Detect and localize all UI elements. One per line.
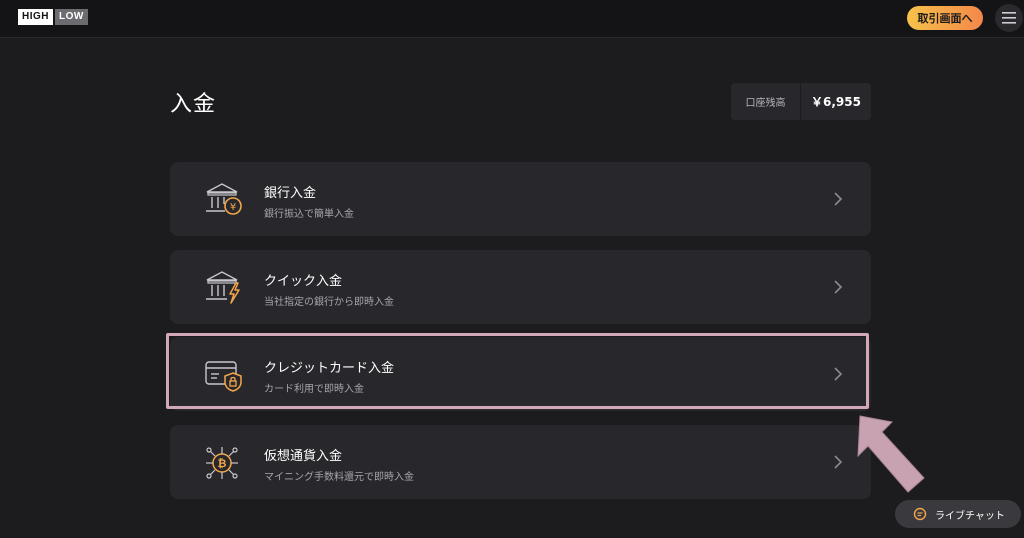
- method-quick-deposit[interactable]: クイック入金 当社指定の銀行から即時入金: [170, 250, 871, 324]
- credit-card-lock-icon: [205, 361, 242, 392]
- menu-button[interactable]: [995, 4, 1023, 32]
- method-subtitle: カード利用で即時入金: [264, 384, 364, 395]
- svg-text:₿: ₿: [218, 457, 227, 470]
- trade-screen-button[interactable]: 取引画面へ: [907, 6, 983, 30]
- chevron-right-icon: [834, 455, 843, 469]
- bank-yen-icon: ¥: [206, 183, 242, 215]
- live-chat-button[interactable]: ライブチャット: [895, 500, 1021, 528]
- method-title: 銀行入金: [264, 186, 317, 201]
- bank-lightning-icon: [206, 271, 240, 304]
- brand-logo[interactable]: HIGH LOW: [18, 9, 88, 25]
- logo-low: LOW: [55, 9, 88, 25]
- pointer-arrow-icon: [857, 415, 925, 493]
- chevron-right-icon: [834, 192, 843, 206]
- svg-text:¥: ¥: [230, 202, 236, 213]
- chevron-right-icon: [834, 280, 843, 294]
- method-subtitle: 当社指定の銀行から即時入金: [264, 297, 394, 308]
- method-crypto-deposit[interactable]: ₿ 仮想通貨入金 マイニング手数料還元で即時入金: [170, 425, 871, 499]
- method-title: クイック入金: [264, 274, 343, 289]
- bitcoin-network-icon: ₿: [206, 447, 238, 479]
- chat-bubble-icon: [913, 507, 927, 521]
- hamburger-menu-icon: [1002, 12, 1016, 24]
- top-bar: HIGH LOW 取引画面へ: [0, 0, 1024, 38]
- logo-high: HIGH: [18, 9, 53, 25]
- method-bank-deposit[interactable]: ¥ 銀行入金 銀行振込で簡単入金: [170, 162, 871, 236]
- balance-value: ￥6,955: [811, 95, 861, 109]
- balance-label: 口座残高: [731, 83, 801, 120]
- method-subtitle: マイニング手数料還元で即時入金: [264, 472, 414, 483]
- live-chat-label: ライブチャット: [935, 510, 1005, 522]
- page-title: 入金: [170, 92, 217, 117]
- method-title: クレジットカード入金: [264, 361, 395, 376]
- account-balance: 口座残高 ￥6,955: [731, 83, 871, 120]
- method-title: 仮想通貨入金: [264, 449, 343, 464]
- chevron-right-icon: [834, 367, 843, 381]
- method-subtitle: 銀行振込で簡単入金: [264, 209, 354, 220]
- method-credit-card-deposit[interactable]: クレジットカード入金 カード利用で即時入金: [170, 337, 871, 411]
